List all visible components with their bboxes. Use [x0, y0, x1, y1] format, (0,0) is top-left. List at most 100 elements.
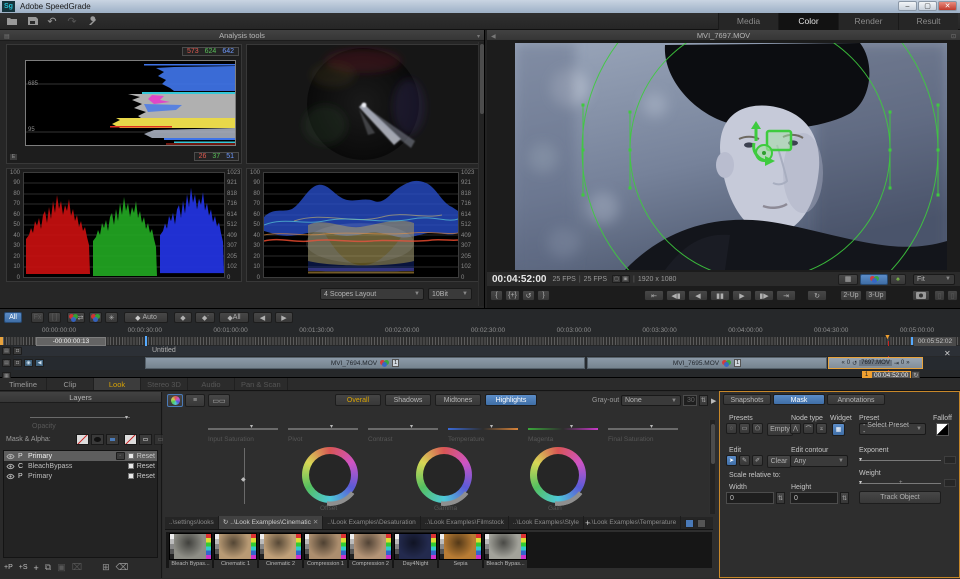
alpha-source-icon[interactable]: [139, 434, 152, 445]
maximize-button[interactable]: ▢: [918, 1, 937, 11]
add-look-folder-button[interactable]: +: [581, 517, 594, 530]
mark-out-icon[interactable]: }: [537, 290, 550, 301]
panel-tab[interactable]: Stereo 3D: [141, 378, 188, 390]
add-secondary-button[interactable]: +S: [19, 564, 28, 571]
redo-icon[interactable]: ↷: [64, 15, 80, 28]
close-button[interactable]: ✕: [938, 1, 957, 11]
grading-tab-highlights[interactable]: Highlights: [485, 394, 537, 406]
delete-layer-icon[interactable]: ⌧: [72, 562, 82, 573]
reset-checkbox[interactable]: [128, 453, 134, 459]
color-wheel-offset[interactable]: [302, 447, 358, 503]
fullscreen-icon[interactable]: ⊡: [951, 32, 956, 43]
slider-input-saturation[interactable]: ▾: [208, 425, 278, 435]
mask-rect-icon[interactable]: [106, 434, 119, 445]
bit-depth-select[interactable]: 10Bit▼: [428, 288, 472, 300]
mark-clip-icon[interactable]: {+}: [505, 290, 520, 301]
slider-thumb-icon[interactable]: ▾: [570, 423, 573, 430]
panel-tab[interactable]: Pan & Scan: [235, 378, 288, 390]
look-folder-tab[interactable]: ↻ ..\Look Examples\Cinematic ✕: [219, 516, 323, 529]
layer-row[interactable]: C BleachBypass Reset: [4, 461, 157, 471]
eye-icon[interactable]: [6, 473, 15, 480]
range-filter-button[interactable]: [ ]: [48, 312, 61, 323]
grading-tab-shadows[interactable]: Shadows: [385, 394, 431, 406]
slider-thumb-icon[interactable]: ▾: [490, 423, 493, 430]
falloff-swatch[interactable]: [936, 423, 949, 436]
playhead-timecode-chip[interactable]: -00:00:00:13: [36, 337, 106, 346]
trash-icon[interactable]: ⌫: [116, 562, 129, 573]
slider-contrast[interactable]: ▾: [368, 425, 438, 435]
compare-b-icon[interactable]: ▯: [947, 290, 958, 301]
pause-icon[interactable]: ▮▮: [710, 290, 730, 301]
slider-thumb-icon[interactable]: ▾: [330, 423, 333, 430]
look-thumbnail[interactable]: Cinematic 2: [259, 533, 302, 569]
slip-icon[interactable]: ↺: [852, 360, 857, 367]
fit-select[interactable]: Fit▼: [913, 274, 955, 285]
viewer-prev-icon[interactable]: ◀: [491, 32, 496, 43]
scopes-layout-select[interactable]: 4 Scopes Layout▼: [320, 288, 424, 300]
save-look-icon[interactable]: ⊞: [102, 562, 110, 573]
grayout-select[interactable]: None▼: [621, 395, 681, 406]
look-thumbnail[interactable]: Compression 1: [304, 533, 347, 569]
layer-target-icon[interactable]: ◦: [116, 452, 125, 460]
thumb-view-icon[interactable]: [685, 519, 694, 528]
mask-circle-icon[interactable]: [91, 434, 104, 445]
slider-thumb-icon[interactable]: ▾: [859, 479, 862, 486]
video-canvas[interactable]: [515, 43, 947, 270]
snapshot-camera-icon[interactable]: [912, 290, 930, 301]
dual-monitor-icon[interactable]: ▣: [621, 275, 630, 283]
next-frame-icon[interactable]: ▮▶: [754, 290, 774, 301]
look-thumbnail[interactable]: Bleach Bypas...: [484, 533, 527, 569]
contour-select[interactable]: Any▼: [790, 455, 848, 467]
look-folder-tab[interactable]: ..\Look Examples\Temperature: [584, 516, 681, 529]
keyframe-all-button[interactable]: ◆ All: [219, 312, 249, 323]
panel-menu-icon[interactable]: ▤: [4, 32, 10, 43]
panel-expand-icon[interactable]: ▶: [711, 397, 716, 405]
grayout-value[interactable]: 30: [683, 395, 697, 406]
panel-tab[interactable]: Timeline: [0, 378, 47, 390]
go-end-icon[interactable]: ⇥: [776, 290, 796, 301]
viewer-header[interactable]: ◀ MVI_7697.MOV ⊡: [487, 30, 960, 41]
timeline-clip-selected[interactable]: « 0 ↺ 7697.MOV ⇥ 0 »: [828, 357, 923, 369]
slider-thumb-icon[interactable]: ◆: [241, 476, 246, 483]
look-thumbnail[interactable]: Bleach Bypas...: [169, 533, 212, 569]
play-icon[interactable]: ▶: [732, 290, 752, 301]
exponent-slider[interactable]: ▾: [859, 456, 941, 464]
rgb-channels-button[interactable]: [860, 274, 888, 285]
preset-poly-mask-icon[interactable]: ⬠: [752, 423, 763, 434]
height-stepper[interactable]: ⇅: [840, 492, 849, 504]
trim-left-icon[interactable]: «: [841, 360, 844, 366]
minimize-button[interactable]: –: [898, 1, 917, 11]
node-smooth-icon[interactable]: ⌒: [803, 423, 814, 434]
go-start-icon[interactable]: ⇤: [644, 290, 664, 301]
workspace-tab[interactable]: Result: [898, 13, 958, 30]
layer-opacity-slider[interactable]: ▾: [30, 414, 130, 422]
track-audio-icon[interactable]: ◀: [35, 359, 44, 367]
mask-panel-tab-mask[interactable]: Mask: [773, 394, 825, 405]
slider-pivot[interactable]: ▾: [288, 425, 358, 435]
color-wheels-mode-icon[interactable]: [167, 394, 183, 407]
preset-circle-mask-icon[interactable]: ◌: [726, 423, 737, 434]
analysis-scrollbar[interactable]: [478, 42, 484, 306]
track-collapse-icon[interactable]: ▤: [2, 347, 11, 355]
auto-keyframe-button[interactable]: ◆Auto: [124, 312, 168, 323]
show-all-button[interactable]: All: [4, 312, 22, 323]
preset-rect-mask-icon[interactable]: ▭: [739, 423, 750, 434]
track-row-reel[interactable]: Untitled: [14, 346, 960, 356]
edit-select-icon[interactable]: ➤: [726, 455, 737, 466]
grade-icon[interactable]: [89, 312, 102, 323]
look-folder-tab[interactable]: ..\Look Examples\Style: [509, 516, 584, 529]
play-reverse-icon[interactable]: ◀: [688, 290, 708, 301]
mask-panel-tab-annotations[interactable]: Annotations: [827, 394, 885, 405]
paste-layer-icon[interactable]: ▣: [57, 562, 66, 573]
timeline-ruler[interactable]: 00:00:00:0000:00:30:0000:01:00:0000:01:3…: [0, 327, 960, 336]
workspace-tab[interactable]: Media: [718, 13, 778, 30]
alpha-off-icon[interactable]: [124, 434, 137, 445]
two-up-button[interactable]: 2-Up: [840, 290, 862, 301]
look-folder-tab[interactable]: ..\Look Examples\Filmstock: [421, 516, 509, 529]
open-project-icon[interactable]: [4, 15, 20, 28]
auto-sync-icon[interactable]: ✳: [105, 312, 118, 323]
list-view-icon[interactable]: [697, 519, 706, 528]
add-point-icon[interactable]: ✎: [739, 455, 750, 466]
analysis-panel-header[interactable]: ▤ Analysis tools ▾: [0, 30, 484, 41]
slide-icon[interactable]: ⇥: [894, 360, 899, 367]
